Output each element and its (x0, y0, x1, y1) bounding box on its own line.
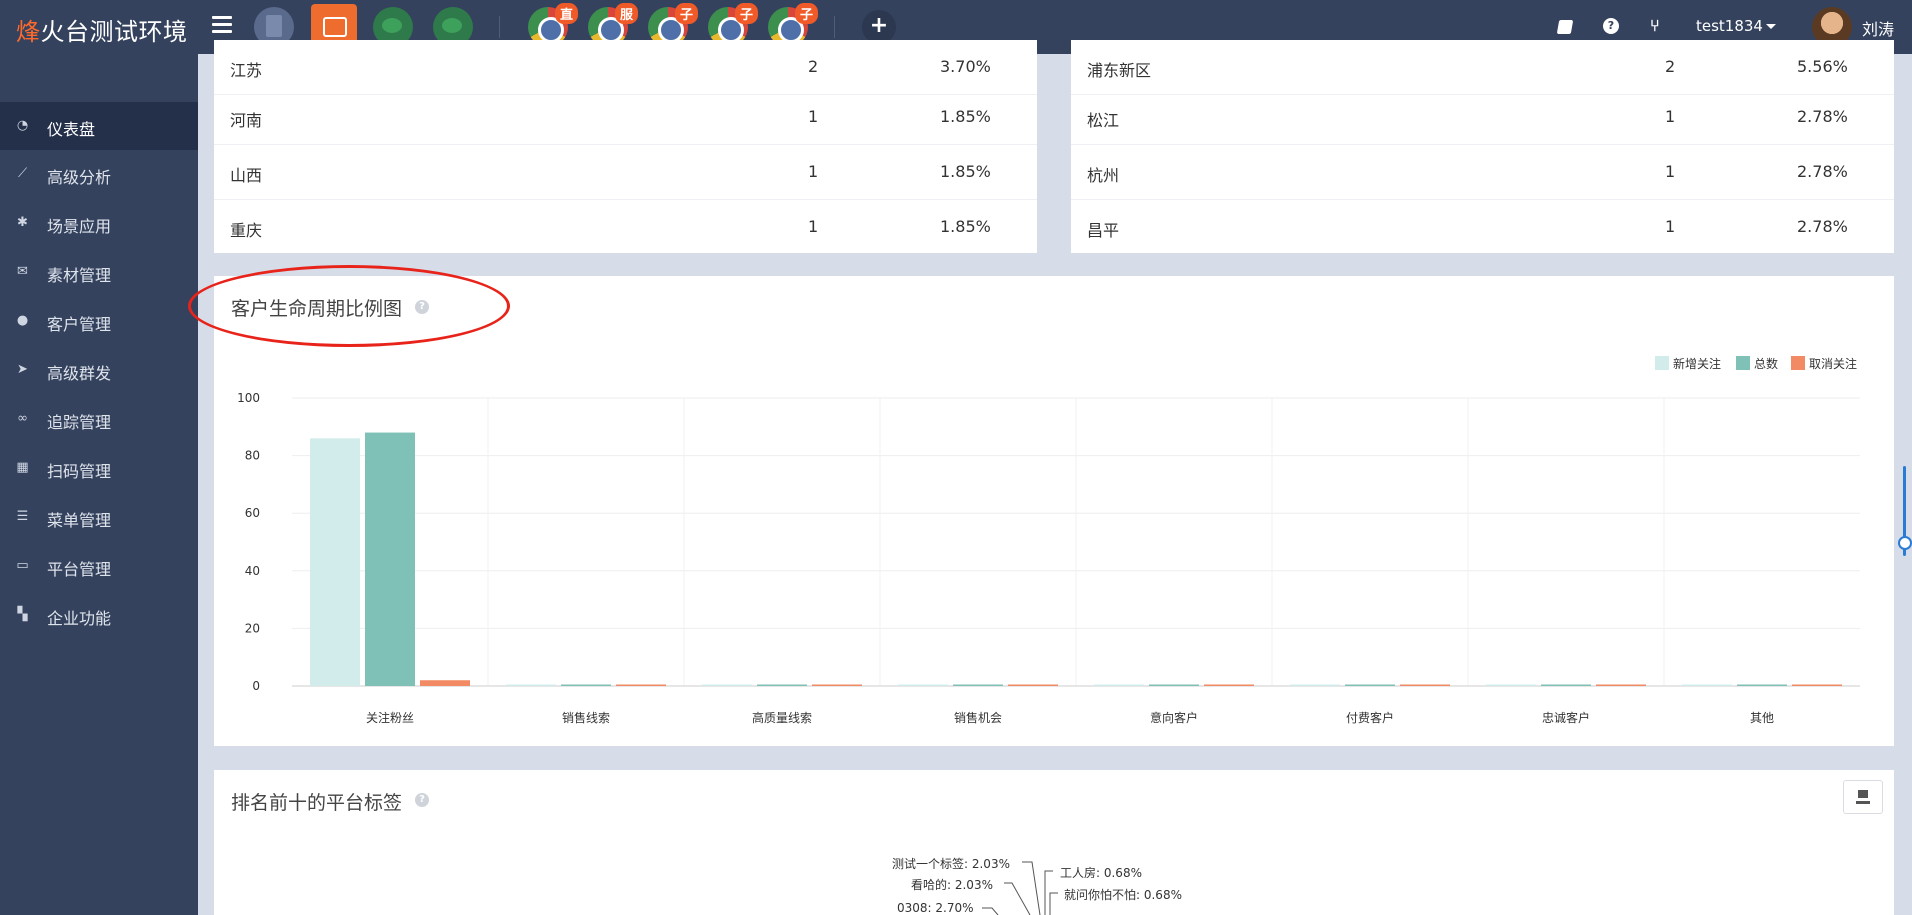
pie-label: 测试一个标签: 2.03% (892, 857, 1010, 871)
account-badge: 子 (794, 3, 818, 24)
account-badge: 子 (734, 3, 758, 24)
pie-label: 工人房: 0.68% (1060, 866, 1142, 880)
account-badge: 子 (674, 3, 698, 24)
page-scrollbar[interactable] (1896, 466, 1912, 556)
account-badge: 服 (614, 3, 638, 24)
pie-leader-lines (982, 861, 1058, 915)
pie-label: 0308: 2.70% (897, 901, 974, 915)
scrollbar-handle[interactable] (1898, 536, 1912, 550)
pie-label: 看哈的: 2.03% (911, 878, 993, 892)
pie-label: 就问你怕不怕: 0.68% (1064, 888, 1182, 902)
account-badge: 直 (554, 3, 578, 24)
